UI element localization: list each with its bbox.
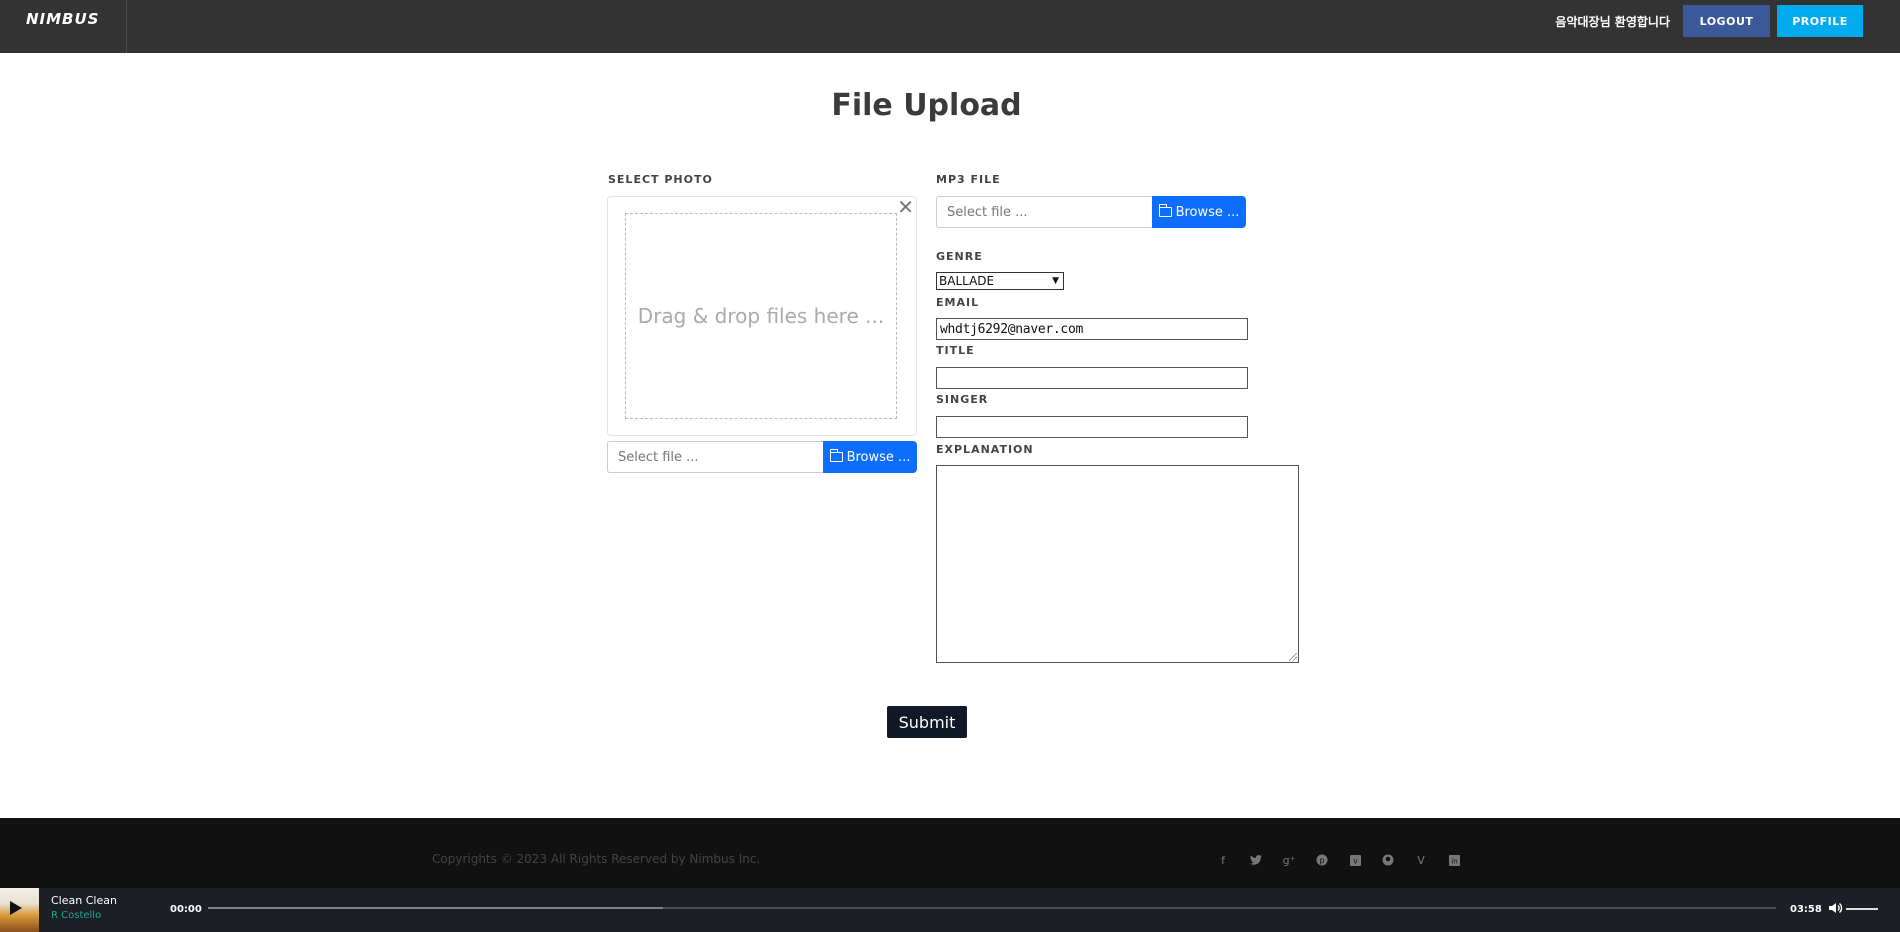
explanation-textarea[interactable] bbox=[936, 465, 1299, 663]
chevron-down-icon: ▼ bbox=[1052, 276, 1059, 286]
title-label: TITLE bbox=[936, 344, 975, 357]
email-field[interactable]: whdtj6292@naver.com bbox=[936, 318, 1248, 340]
pinterest-icon[interactable]: p bbox=[1314, 852, 1330, 868]
singer-label: SINGER bbox=[936, 393, 989, 406]
genre-select[interactable]: BALLADE ▼ bbox=[936, 272, 1064, 290]
footer: Copyrights © 2023 All Rights Reserved by… bbox=[0, 818, 1900, 888]
folder-icon bbox=[829, 449, 843, 462]
dropzone-text: Drag & drop files here ... bbox=[637, 304, 885, 328]
submit-button[interactable]: Submit bbox=[887, 706, 967, 738]
mp3-file-input[interactable]: Select file ... bbox=[936, 196, 1152, 228]
mp3-file-label: MP3 FILE bbox=[936, 173, 1001, 186]
title-field[interactable] bbox=[936, 367, 1248, 389]
github-icon[interactable] bbox=[1380, 852, 1396, 868]
profile-button[interactable]: PROFILE bbox=[1777, 5, 1863, 37]
genre-value: BALLADE bbox=[939, 274, 995, 288]
mp3-browse-label: Browse ... bbox=[1175, 204, 1240, 220]
duration: 03:58 bbox=[1790, 904, 1822, 915]
copyright-text: Copyrights © 2023 All Rights Reserved by… bbox=[432, 852, 761, 866]
logout-button[interactable]: LOGOUT bbox=[1683, 5, 1770, 37]
music-player: Clean Clean R Costello 00:00 03:58 bbox=[0, 888, 1900, 932]
mp3-file-group: Select file ... Browse ... bbox=[936, 196, 1246, 228]
svg-text:v: v bbox=[1353, 856, 1358, 865]
folder-icon bbox=[1158, 204, 1172, 217]
svg-text:in: in bbox=[1451, 857, 1457, 865]
welcome-message: 음악대장님 환영합니다 bbox=[1555, 15, 1670, 29]
track-title: Clean Clean bbox=[51, 894, 117, 907]
album-cover[interactable] bbox=[0, 888, 39, 932]
social-links: f g⁺ p v V in bbox=[1215, 852, 1462, 868]
vimeo-icon[interactable]: v bbox=[1347, 852, 1363, 868]
page-title: File Upload bbox=[831, 88, 1022, 123]
buffered-progress bbox=[208, 907, 663, 909]
singer-field[interactable] bbox=[936, 416, 1248, 438]
email-label: EMAIL bbox=[936, 296, 980, 309]
photo-dropzone[interactable]: Drag & drop files here ... bbox=[625, 213, 897, 419]
twitter-icon[interactable] bbox=[1248, 852, 1264, 868]
photo-file-group: Select file ... Browse ... bbox=[607, 441, 917, 473]
current-time: 00:00 bbox=[170, 904, 202, 915]
genre-label: GENRE bbox=[936, 250, 983, 263]
volume-icon[interactable] bbox=[1827, 900, 1843, 916]
progress-bar[interactable] bbox=[208, 907, 1776, 909]
play-icon[interactable] bbox=[10, 901, 22, 915]
resize-handle-icon[interactable] bbox=[1289, 653, 1297, 661]
vine-icon[interactable]: V bbox=[1413, 852, 1429, 868]
close-icon[interactable]: ✕ bbox=[897, 195, 914, 219]
site-logo[interactable]: NIMBUS bbox=[26, 10, 99, 28]
select-photo-label: SELECT PHOTO bbox=[608, 173, 713, 186]
track-artist[interactable]: R Costello bbox=[51, 910, 101, 921]
photo-browse-button[interactable]: Browse ... bbox=[823, 441, 917, 473]
top-navbar: NIMBUS 음악대장님 환영합니다 LOGOUT PROFILE bbox=[0, 0, 1900, 53]
explanation-label: EXPLANATION bbox=[936, 443, 1034, 456]
svg-text:p: p bbox=[1319, 856, 1324, 865]
google-plus-icon[interactable]: g⁺ bbox=[1281, 852, 1297, 868]
photo-dropzone-panel: ✕ Drag & drop files here ... bbox=[607, 195, 917, 436]
photo-file-input[interactable]: Select file ... bbox=[607, 441, 823, 473]
logo-container: NIMBUS bbox=[0, 0, 127, 53]
linkedin-icon[interactable]: in bbox=[1446, 852, 1462, 868]
volume-slider[interactable] bbox=[1846, 908, 1878, 910]
photo-browse-label: Browse ... bbox=[846, 449, 911, 465]
facebook-icon[interactable]: f bbox=[1215, 852, 1231, 868]
mp3-browse-button[interactable]: Browse ... bbox=[1152, 196, 1246, 228]
